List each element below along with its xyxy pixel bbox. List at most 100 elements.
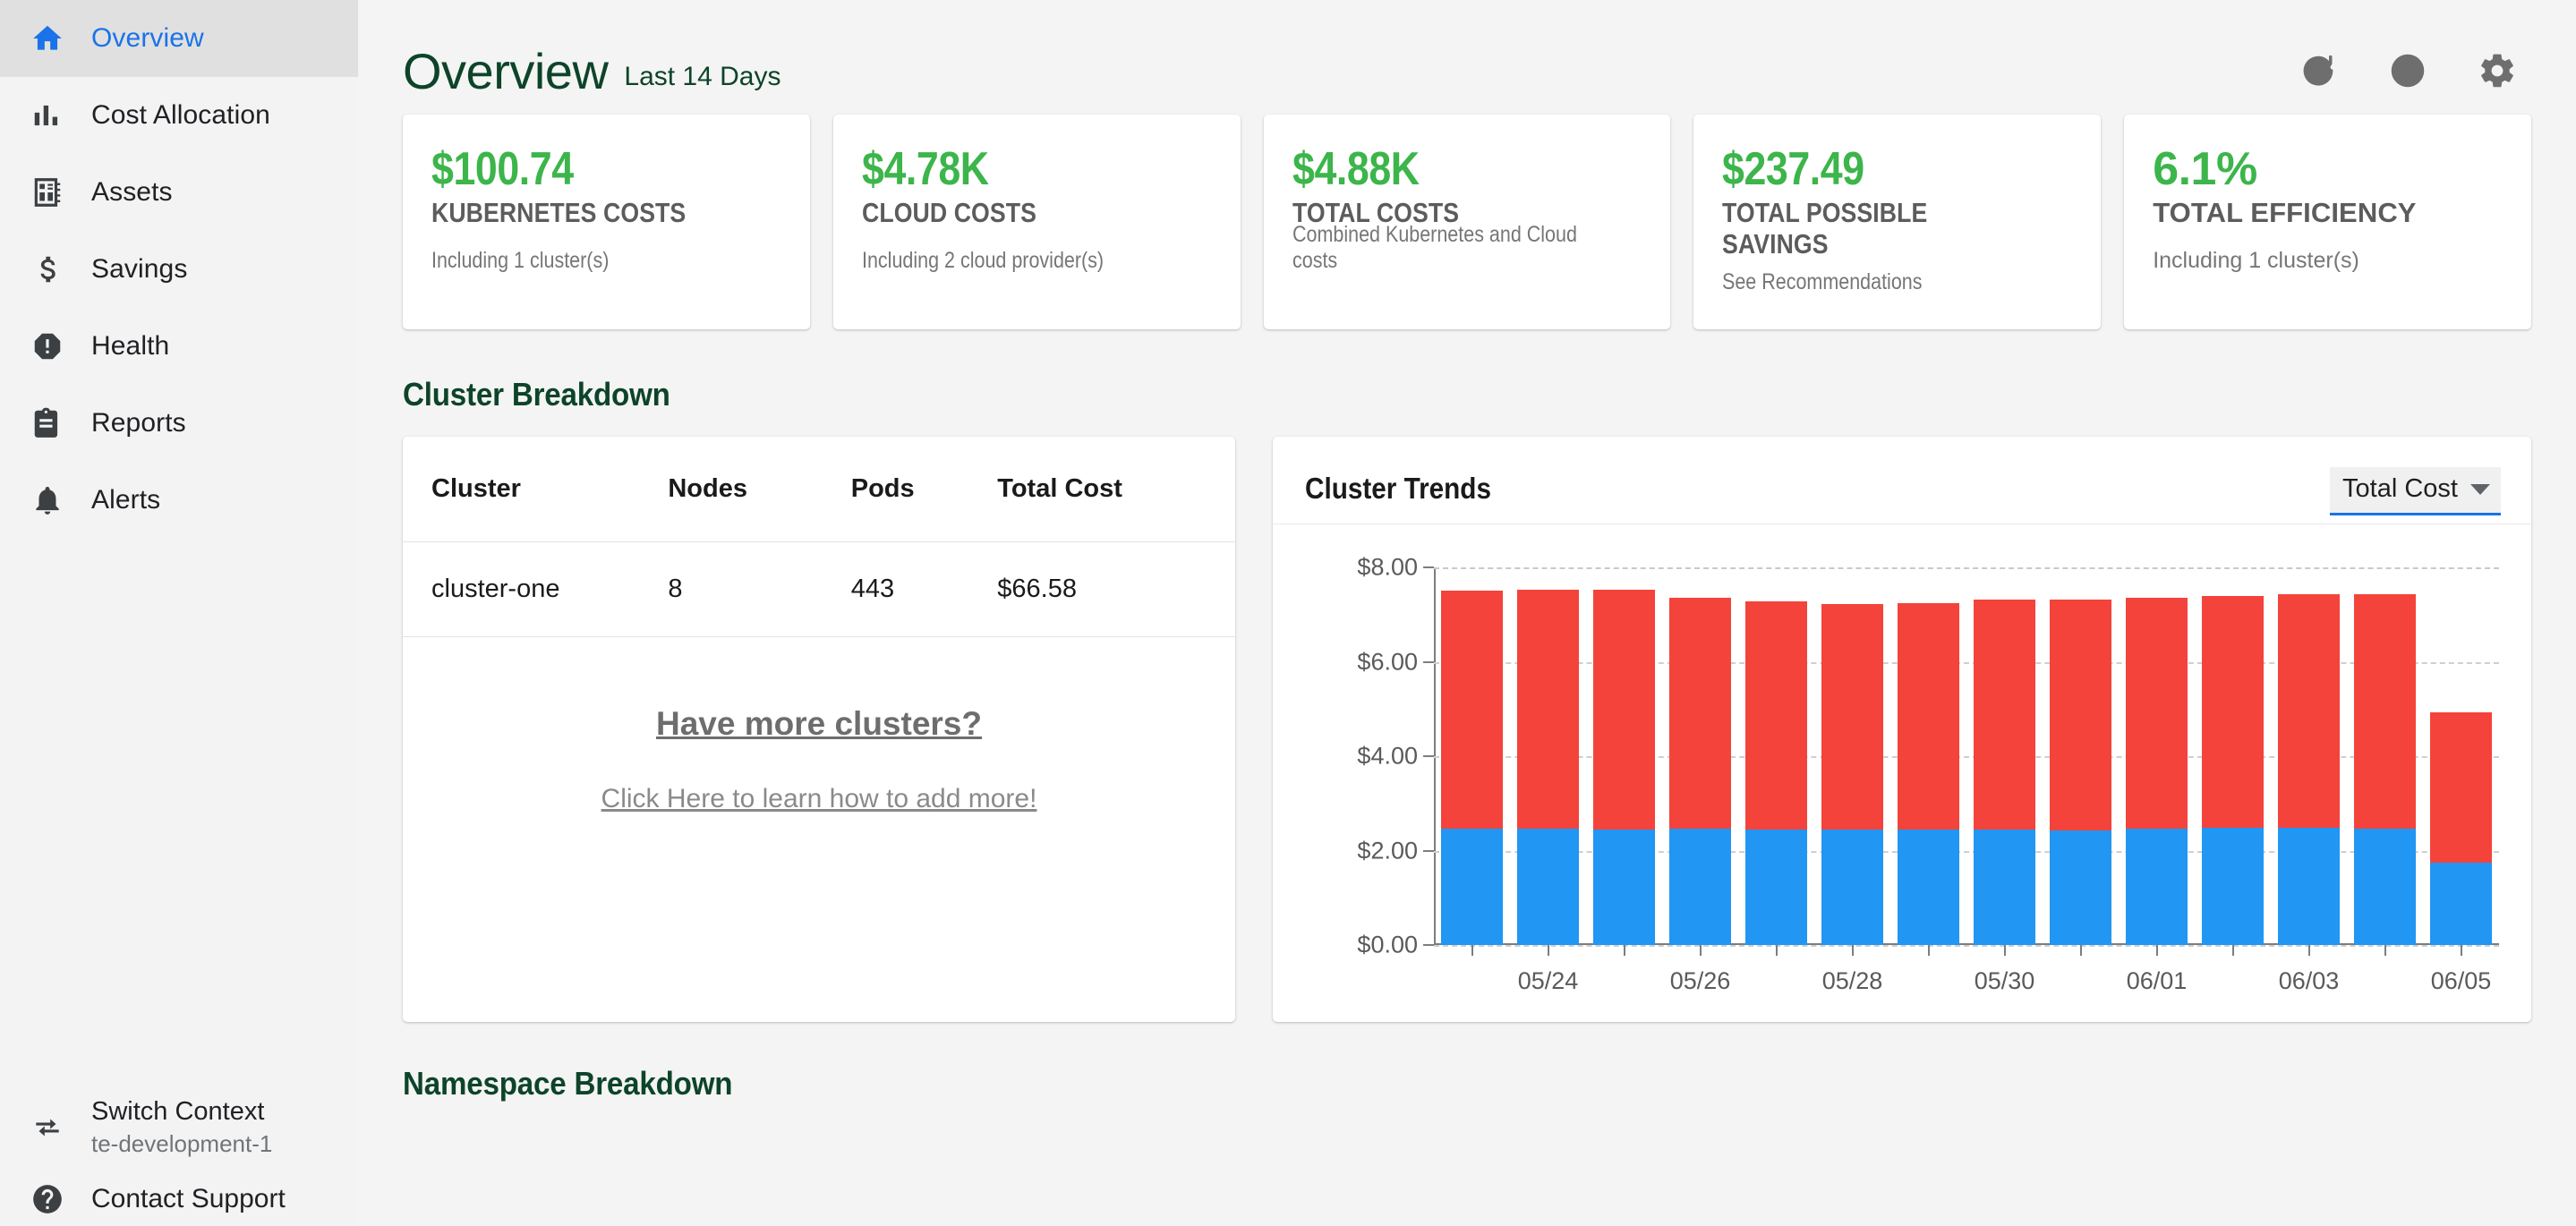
learn-how-to-add-link[interactable]: Click Here to learn how to add more! — [403, 784, 1235, 814]
check-circle-icon[interactable] — [2386, 49, 2429, 92]
sidebar: Overview Cost Allocation Assets Savings … — [0, 0, 358, 1226]
table-header-row: Cluster Nodes Pods Total Cost — [403, 437, 1235, 542]
bar-segment-lower[interactable] — [1897, 829, 1960, 945]
have-more-clusters-link[interactable]: Have more clusters? — [656, 705, 982, 743]
bar-segment-lower[interactable] — [1744, 829, 1808, 945]
sidebar-item-savings[interactable]: Savings — [0, 231, 358, 308]
sidebar-item-alerts[interactable]: Alerts — [0, 462, 358, 539]
sidebar-nav-list: Overview Cost Allocation Assets Savings … — [0, 0, 358, 539]
bar-segment-upper[interactable] — [2429, 711, 2493, 863]
bar-segment-lower[interactable] — [2201, 828, 2265, 945]
sidebar-item-contact-support[interactable]: Contact Support — [0, 1172, 358, 1226]
sidebar-item-cost-allocation[interactable]: Cost Allocation — [0, 77, 358, 154]
bar-segment-lower[interactable] — [1516, 829, 1580, 945]
switch-context-button[interactable]: Switch Context te-development-1 — [0, 1088, 358, 1172]
kpi-card-cloud-costs: $4.78K CLOUD COSTS Including 2 cloud pro… — [832, 115, 1241, 329]
bar-slot[interactable] — [1662, 567, 1738, 956]
cell-pods: 443 — [850, 541, 998, 637]
x-axis-tick-mark — [1927, 945, 1930, 956]
sidebar-item-overview[interactable]: Overview — [0, 0, 358, 77]
column-header-pods[interactable]: Pods — [850, 437, 998, 542]
bar-segment-upper[interactable] — [2125, 598, 2188, 829]
bar-slot[interactable] — [1434, 567, 1510, 956]
kpi-card-kubernetes-costs: $100.74 KUBERNETES COSTS Including 1 clu… — [403, 115, 810, 329]
bar-slot[interactable] — [2043, 567, 2119, 956]
bar-slot[interactable] — [1510, 567, 1586, 956]
bar-segment-lower[interactable] — [1821, 829, 1884, 945]
x-axis-tick-mark — [2155, 945, 2158, 956]
sidebar-item-reports[interactable]: Reports — [0, 385, 358, 462]
bar-slot[interactable] — [2271, 567, 2347, 956]
column-header-cluster[interactable]: Cluster — [403, 437, 669, 542]
bar-segment-lower[interactable] — [2125, 828, 2188, 945]
column-header-total-cost[interactable]: Total Cost — [997, 437, 1235, 542]
bar-segment-upper[interactable] — [1516, 590, 1580, 830]
bar-segment-lower[interactable] — [1668, 828, 1732, 945]
bar-segment-upper[interactable] — [1744, 600, 1808, 830]
y-axis-tick-mark — [1423, 849, 1434, 852]
cluster-table: Cluster Nodes Pods Total Cost cluster-on… — [403, 437, 1235, 637]
x-axis-tick-label — [2195, 967, 2271, 995]
bar-slot[interactable] — [1890, 567, 1966, 956]
sidebar-item-health[interactable]: Health — [0, 308, 358, 385]
gear-icon[interactable] — [2476, 49, 2519, 92]
x-axis-tick-label — [2347, 967, 2423, 995]
bar-segment-upper[interactable] — [2201, 595, 2265, 829]
kpi-value: 6.1% — [2153, 143, 2257, 195]
metric-select[interactable]: Total Cost — [2330, 467, 2501, 515]
kpi-card-total-costs: $4.88K TOTAL COSTS Combined Kubernetes a… — [1263, 115, 1671, 329]
cluster-trends-card: Cluster Trends Total Cost $8.00 $6.00 $4.0… — [1273, 437, 2531, 1022]
y-axis-tick-mark — [1423, 566, 1434, 568]
x-axis-labels: 05/24 05/26 05/28 05/30 06/01 06/03 06/05 — [1434, 967, 2499, 995]
kpi-note: Including 1 cluster(s) — [431, 248, 610, 273]
bar-segment-upper[interactable] — [1973, 599, 2036, 830]
bar-slot[interactable] — [2347, 567, 2423, 956]
bar-segment-upper[interactable] — [1440, 591, 1504, 830]
bar-segment-lower[interactable] — [1973, 830, 2036, 945]
bar-series — [1434, 567, 2499, 956]
kpi-label: TOTAL EFFICIENCY — [2153, 197, 2417, 229]
warning-icon — [29, 328, 66, 365]
x-axis-tick-label: 06/05 — [2430, 967, 2492, 994]
column-header-nodes[interactable]: Nodes — [668, 437, 851, 542]
cluster-table-head: Cluster Nodes Pods Total Cost — [403, 437, 1235, 542]
bar-slot[interactable] — [2423, 567, 2499, 956]
sidebar-item-label: Overview — [91, 23, 204, 53]
sidebar-item-assets[interactable]: Assets — [0, 154, 358, 231]
kpi-value: $237.49 — [1722, 143, 1865, 195]
switch-context-subtitle: te-development-1 — [91, 1130, 273, 1157]
refresh-icon[interactable] — [2297, 49, 2340, 92]
bar-segment-upper[interactable] — [2277, 593, 2341, 829]
x-axis-tick-label — [1890, 967, 1966, 995]
bar-segment-lower[interactable] — [1440, 829, 1504, 945]
bar-segment-upper[interactable] — [1897, 602, 1960, 830]
bar-segment-lower[interactable] — [2277, 828, 2341, 945]
x-axis-tick-label: 05/30 — [1974, 967, 2035, 994]
x-axis-tick-label — [2043, 967, 2119, 995]
bar-slot[interactable] — [2195, 567, 2271, 956]
y-axis-tick-mark — [1423, 944, 1434, 946]
clipboard-icon — [29, 404, 66, 442]
kpi-label: TOTAL POSSIBLE SAVINGS — [1722, 197, 1928, 260]
bar-segment-upper[interactable] — [2049, 599, 2112, 831]
bar-segment-upper[interactable] — [1592, 589, 1656, 830]
sidebar-item-label: Savings — [91, 254, 188, 284]
bar-slot[interactable] — [1814, 567, 1890, 956]
bar-segment-upper[interactable] — [1821, 603, 1884, 830]
kpi-note-see-recommendations[interactable]: See Recommendations — [1722, 269, 1922, 295]
bar-segment-lower[interactable] — [2353, 828, 2417, 945]
gridline — [1434, 945, 2499, 947]
bar-segment-lower[interactable] — [1592, 829, 1656, 945]
table-row[interactable]: cluster-one 8 443 $66.58 — [403, 541, 1235, 637]
bar-slot[interactable] — [1738, 567, 1814, 956]
bar-segment-upper[interactable] — [2353, 593, 2417, 829]
bar-slot[interactable] — [1966, 567, 2043, 956]
bar-chart-icon — [29, 97, 66, 134]
kpi-value: $4.78K — [861, 143, 989, 195]
bar-slot[interactable] — [2119, 567, 2195, 956]
bar-segment-lower[interactable] — [2049, 830, 2112, 945]
bar-segment-lower[interactable] — [2429, 862, 2493, 945]
bar-slot[interactable] — [1586, 567, 1662, 956]
page-header: Overview Last 14 Days — [403, 0, 2531, 99]
bar-segment-upper[interactable] — [1668, 598, 1732, 829]
